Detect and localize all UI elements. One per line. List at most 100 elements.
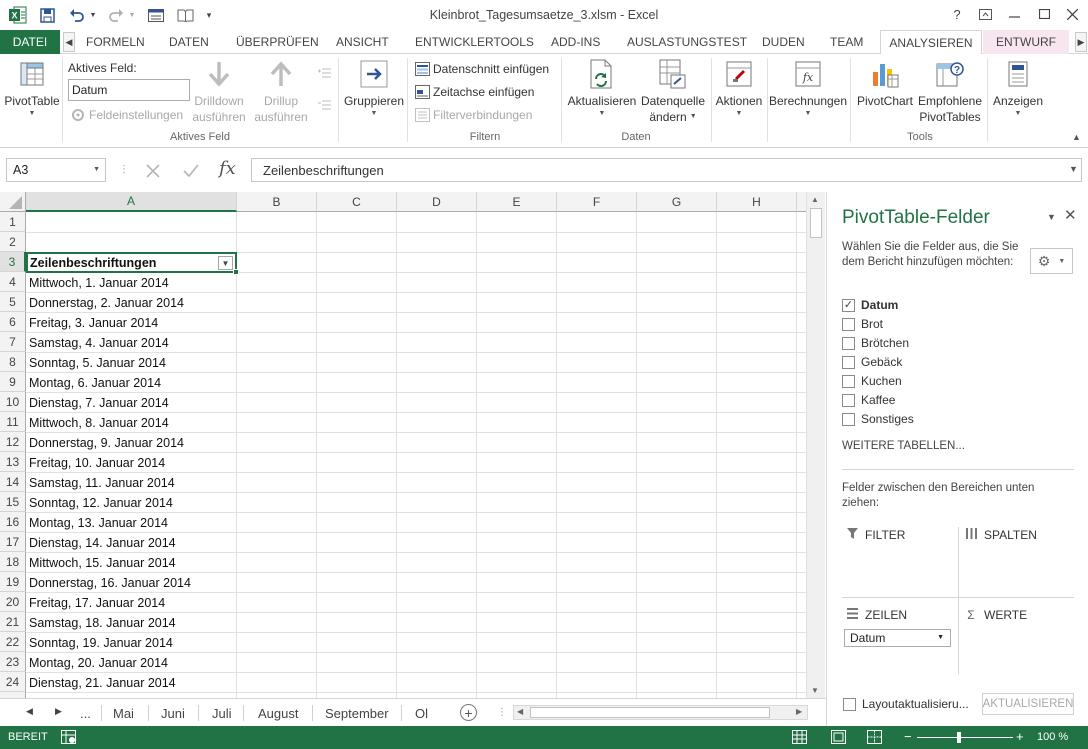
cell-date[interactable]: Sonntag, 19. Januar 2014 — [29, 633, 173, 653]
rows-area[interactable]: ZEILEN — [845, 608, 907, 622]
name-box[interactable]: A3 ▼ — [6, 158, 106, 182]
sheet-tab-partial[interactable]: Ol — [415, 703, 428, 723]
cell-date[interactable]: Mittwoch, 8. Januar 2014 — [29, 413, 169, 433]
cell-date[interactable]: Freitag, 10. Januar 2014 — [29, 453, 165, 473]
row-header[interactable]: 5 — [0, 292, 26, 312]
field-kaffee[interactable]: Kaffee — [842, 391, 895, 409]
row-header[interactable]: 6 — [0, 312, 26, 332]
cell-date[interactable]: Donnerstag, 9. Januar 2014 — [29, 433, 184, 453]
column-header-d[interactable]: D — [397, 192, 477, 212]
tab-ueberpruefen[interactable]: ÜBERPRÜFEN — [236, 30, 319, 54]
column-header-a[interactable]: A — [26, 192, 237, 212]
field-gebaeck[interactable]: Gebäck — [842, 353, 902, 371]
insert-slicer-button[interactable]: Datenschnitt einfügen — [414, 59, 549, 79]
vertical-scrollbar[interactable]: ▲ ▼ — [806, 192, 825, 698]
pivottable-button[interactable]: PivotTable ▼ — [3, 58, 61, 119]
insert-function-button[interactable]: fx — [219, 158, 236, 179]
actions-button[interactable]: Aktionen ▼ — [712, 58, 766, 119]
minimize-icon[interactable] — [1001, 3, 1027, 25]
customize-toolbar-icon[interactable]: ▾ — [203, 5, 215, 25]
macro-record-icon[interactable] — [61, 730, 76, 747]
ribbon-display-options-icon[interactable] — [972, 3, 998, 25]
scroll-left-icon[interactable]: ◀ — [517, 707, 523, 716]
cell-date[interactable]: Mittwoch, 1. Januar 2014 — [29, 273, 169, 293]
horizontal-scrollbar[interactable]: ◀ ▶ — [513, 705, 808, 720]
row-header[interactable]: 12 — [0, 432, 26, 452]
sheet-tab-mai[interactable]: Mai — [113, 703, 134, 723]
zoom-out-icon[interactable]: − — [904, 729, 912, 744]
insert-timeline-button[interactable]: Zeitachse einfügen — [414, 82, 534, 102]
cell-date[interactable]: Freitag, 3. Januar 2014 — [29, 313, 158, 333]
cell-date[interactable]: Samstag, 18. Januar 2014 — [29, 613, 176, 633]
next-sheet-icon[interactable]: ▶ — [55, 706, 62, 717]
scroll-up-icon[interactable]: ▲ — [811, 195, 819, 204]
row-header[interactable]: 20 — [0, 592, 26, 612]
pivotchart-button[interactable]: PivotChart — [855, 58, 915, 109]
cell-date[interactable]: Donnerstag, 16. Januar 2014 — [29, 573, 191, 593]
tab-formeln[interactable]: FORMELN — [86, 30, 145, 54]
row-header[interactable]: 16 — [0, 512, 26, 532]
undo-dropdown-icon[interactable]: ▼ — [88, 5, 98, 25]
checkbox[interactable] — [842, 336, 855, 350]
zoom-in-icon[interactable]: + — [1016, 729, 1024, 744]
row-header[interactable]: 15 — [0, 492, 26, 512]
cell-date[interactable]: Dienstag, 21. Januar 2014 — [29, 673, 176, 693]
checkbox[interactable] — [843, 697, 856, 711]
row-header[interactable]: 7 — [0, 332, 26, 352]
close-icon[interactable] — [1059, 3, 1085, 25]
row-header[interactable]: 19 — [0, 572, 26, 592]
tab-entwurf[interactable]: ENTWURF — [983, 30, 1069, 54]
close-pane-icon[interactable]: ✕ — [1064, 206, 1077, 224]
scroll-down-icon[interactable]: ▼ — [811, 686, 819, 695]
add-sheet-icon[interactable]: + — [460, 704, 477, 721]
tab-scroll-left-icon[interactable]: ◀ — [63, 32, 75, 52]
field-sonstiges[interactable]: Sonstiges — [842, 410, 914, 428]
page-break-view-icon[interactable] — [867, 730, 882, 747]
checkbox[interactable] — [842, 374, 855, 388]
cell-date[interactable]: Freitag, 17. Januar 2014 — [29, 593, 165, 613]
sheet-tab-august[interactable]: August — [258, 703, 298, 723]
row-header[interactable]: 14 — [0, 472, 26, 492]
scroll-right-icon[interactable]: ▶ — [796, 707, 802, 716]
scroll-thumb[interactable] — [810, 208, 822, 238]
checkbox[interactable] — [842, 355, 855, 369]
change-datasource-button[interactable]: Datenquelle ändern ▼ — [638, 58, 708, 125]
tab-file[interactable]: DATEI — [0, 30, 60, 54]
sheet-tab-september[interactable]: September — [325, 703, 389, 723]
sheet-tab-juni[interactable]: Juni — [161, 703, 185, 723]
filter-dropdown-icon[interactable]: ▼ — [218, 256, 233, 270]
pane-options-icon[interactable]: ▼ — [1047, 212, 1056, 222]
field-datum[interactable]: ✓ Datum — [842, 296, 898, 314]
row-header[interactable]: 17 — [0, 532, 26, 552]
zoom-level[interactable]: 100 % — [1037, 731, 1068, 743]
recommended-pivottables-button[interactable]: ? Empfohlene PivotTables — [915, 58, 985, 125]
expand-formula-bar-icon[interactable]: ▼ — [1069, 164, 1078, 174]
zoom-slider-thumb[interactable] — [957, 732, 961, 743]
column-header-g[interactable]: G — [637, 192, 717, 212]
page-layout-view-icon[interactable] — [831, 730, 846, 747]
normal-view-icon[interactable] — [792, 730, 807, 747]
gear-button[interactable]: ⚙ ▼ — [1030, 248, 1073, 274]
checkbox[interactable] — [842, 412, 855, 426]
tab-scroll-right-icon[interactable]: ▶ — [1075, 32, 1087, 52]
filter-area[interactable]: FILTER — [845, 528, 905, 542]
row-header[interactable]: 13 — [0, 452, 26, 472]
row-header[interactable]: 4 — [0, 272, 26, 292]
cell-date[interactable]: Donnerstag, 2. Januar 2014 — [29, 293, 184, 313]
group-button[interactable]: Gruppieren ▼ — [342, 58, 406, 119]
tab-ansicht[interactable]: ANSICHT — [336, 30, 389, 54]
row-header[interactable]: 23 — [0, 652, 26, 672]
tab-entwicklertools[interactable]: ENTWICKLERTOOLS — [415, 30, 534, 54]
fill-handle[interactable] — [233, 269, 239, 275]
calculations-button[interactable]: fx Berechnungen ▼ — [768, 58, 848, 119]
column-header-h[interactable]: H — [717, 192, 797, 212]
save-icon[interactable] — [37, 5, 57, 25]
select-all-button[interactable] — [0, 192, 26, 212]
tab-duden[interactable]: DUDEN — [762, 30, 805, 54]
row-header[interactable]: 11 — [0, 412, 26, 432]
cell-date[interactable]: Samstag, 11. Januar 2014 — [29, 473, 175, 493]
tab-analysieren[interactable]: ANALYSIEREN — [880, 30, 982, 55]
row-header[interactable]: 24 — [0, 672, 26, 692]
cell-a3-row-labels[interactable]: Zeilenbeschriftungen ▼ — [26, 252, 237, 273]
field-kuchen[interactable]: Kuchen — [842, 372, 902, 390]
